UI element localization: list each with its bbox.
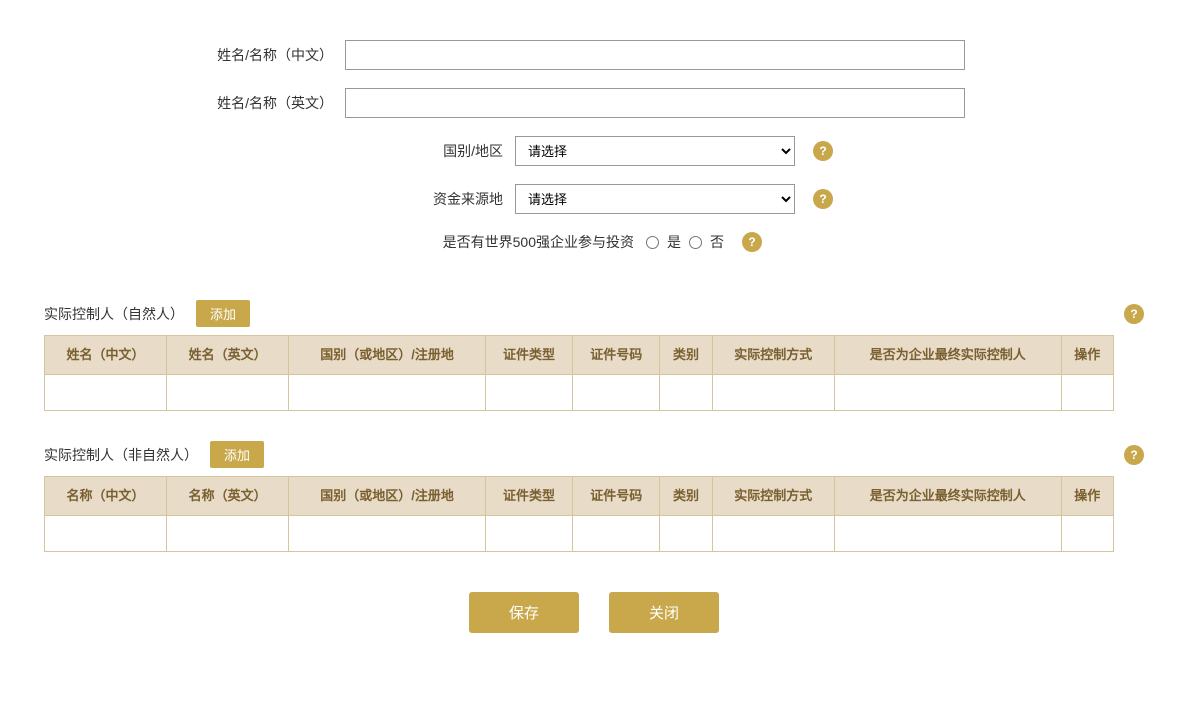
natural-person-section-header: 实际控制人（自然人） 添加 (44, 290, 1114, 335)
name-cn-row: 姓名/名称（中文） (44, 40, 1144, 70)
fortune500-no-label: 否 (710, 232, 724, 252)
np-col-cert-type: 证件类型 (485, 336, 572, 375)
np-col-name-en: 姓名（英文） (167, 336, 289, 375)
close-button[interactable]: 关闭 (609, 592, 719, 633)
name-cn-input[interactable] (345, 40, 965, 70)
fortune500-row: 是否有世界500强企业参与投资 是 否 ? (44, 232, 1144, 252)
fortune500-help-icon[interactable]: ? (742, 232, 762, 252)
page-container: 姓名/名称（中文） 姓名/名称（英文） 国别/地区 请选择 (44, 30, 1144, 653)
non-natural-person-table-header: 名称（中文） 名称（英文） 国别（或地区）/注册地 证件类型 证件号码 类别 实… (45, 477, 1114, 516)
np-col-country: 国别（或地区）/注册地 (289, 336, 486, 375)
fortune500-radio-group: 是 否 (646, 232, 724, 252)
np-col-control-method: 实际控制方式 (712, 336, 834, 375)
nnp-col-name-cn: 名称（中文） (45, 477, 167, 516)
non-natural-person-help-icon[interactable]: ? (1124, 445, 1144, 465)
country-label: 国别/地区 (355, 141, 515, 161)
natural-person-title: 实际控制人（自然人） (44, 304, 184, 324)
np-col-action: 操作 (1061, 336, 1113, 375)
fortune500-yes-label: 是 (667, 232, 681, 252)
fortune500-label: 是否有世界500强企业参与投资 (426, 232, 646, 252)
save-button[interactable]: 保存 (469, 592, 579, 633)
natural-person-add-button[interactable]: 添加 (196, 300, 250, 327)
country-help-icon[interactable]: ? (813, 141, 833, 161)
natural-person-table-header: 姓名（中文） 姓名（英文） 国别（或地区）/注册地 证件类型 证件号码 类别 实… (45, 336, 1114, 375)
name-en-row: 姓名/名称（英文） (44, 88, 1144, 118)
form-section: 姓名/名称（中文） 姓名/名称（英文） 国别/地区 请选择 (44, 30, 1144, 290)
fortune500-radio-no[interactable] (689, 236, 702, 249)
country-select[interactable]: 请选择 (515, 136, 795, 166)
nnp-col-name-en: 名称（英文） (167, 477, 289, 516)
name-cn-label: 姓名/名称（中文） (185, 45, 345, 65)
fund-source-help-icon[interactable]: ? (813, 189, 833, 209)
nnp-col-cert-type: 证件类型 (485, 477, 572, 516)
name-en-label: 姓名/名称（英文） (185, 93, 345, 113)
natural-person-table: 姓名（中文） 姓名（英文） 国别（或地区）/注册地 证件类型 证件号码 类别 实… (44, 335, 1114, 411)
nnp-col-cert-no: 证件号码 (573, 477, 660, 516)
fund-source-row: 资金来源地 请选择 ? (44, 184, 1144, 214)
nnp-col-control-method: 实际控制方式 (712, 477, 834, 516)
non-natural-person-table: 名称（中文） 名称（英文） 国别（或地区）/注册地 证件类型 证件号码 类别 实… (44, 476, 1114, 552)
nnp-col-is-final: 是否为企业最终实际控制人 (834, 477, 1061, 516)
name-en-input[interactable] (345, 88, 965, 118)
non-natural-person-title: 实际控制人（非自然人） (44, 445, 198, 465)
button-row: 保存 关闭 (44, 592, 1144, 653)
nnp-col-country: 国别（或地区）/注册地 (289, 477, 486, 516)
non-natural-person-empty-row (45, 516, 1114, 552)
non-natural-person-section-header: 实际控制人（非自然人） 添加 (44, 431, 1114, 476)
fortune500-radio-yes[interactable] (646, 236, 659, 249)
country-row: 国别/地区 请选择 ? (44, 136, 1144, 166)
fund-source-label: 资金来源地 (355, 189, 515, 209)
nnp-col-action: 操作 (1061, 477, 1113, 516)
np-col-cert-no: 证件号码 (573, 336, 660, 375)
np-col-name-cn: 姓名（中文） (45, 336, 167, 375)
np-col-category: 类别 (660, 336, 712, 375)
fund-source-select[interactable]: 请选择 (515, 184, 795, 214)
nnp-col-category: 类别 (660, 477, 712, 516)
np-col-is-final: 是否为企业最终实际控制人 (834, 336, 1061, 375)
natural-person-help-icon[interactable]: ? (1124, 304, 1144, 324)
natural-person-empty-row (45, 375, 1114, 411)
non-natural-person-add-button[interactable]: 添加 (210, 441, 264, 468)
